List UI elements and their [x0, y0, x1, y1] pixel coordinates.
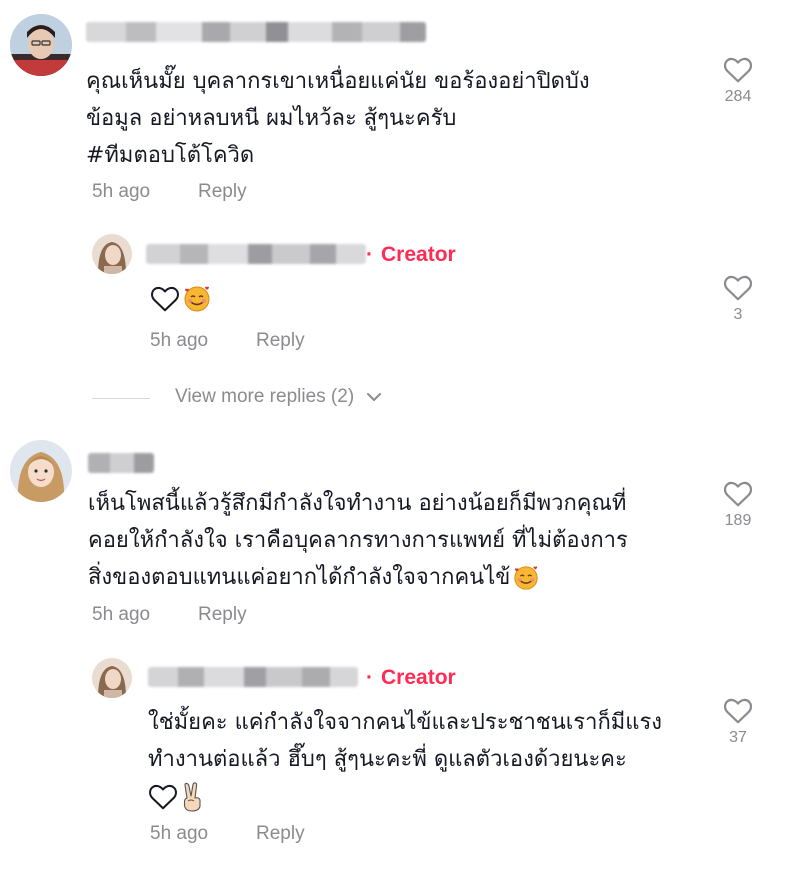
- commenter-avatar[interactable]: [10, 14, 72, 76]
- like-count: 284: [724, 88, 752, 105]
- creator-username-blurred[interactable]: [148, 667, 358, 687]
- comment-text: เห็นโพสนี้แล้วรู้สึกมีกำลังใจทำงาน อย่าง…: [88, 485, 628, 596]
- comment-line: ข้อมูล อย่าหลบหนี ผมไหว้ละ สู้ๆนะครับ: [86, 106, 457, 131]
- comment-text: คุณเห็นมั๊ย บุคลากรเขาเหนื่อยแค่นัย ขอร้…: [86, 63, 590, 174]
- reply-timestamp: 5h ago: [150, 823, 209, 844]
- comment-timestamp: 5h ago: [92, 181, 151, 202]
- like-button[interactable]: 189: [708, 480, 768, 530]
- creator-badge: · Creator: [366, 243, 456, 266]
- reply-timestamp: 5h ago: [150, 330, 209, 351]
- heart-outline-icon: [723, 698, 753, 724]
- comment-line-text: สิ่งของตอบแทนแค่อยากได้กำลังใจจากคนไข้: [88, 565, 511, 590]
- smiling-face-with-hearts-icon: [184, 286, 210, 312]
- white-heart-icon: [149, 784, 177, 809]
- creator-badge: · Creator: [366, 666, 456, 689]
- reply-text: ใช่มั้ยคะ แค่กำลังใจจากคนไข้และประชาชนเร…: [148, 704, 662, 815]
- commenter-username-blurred[interactable]: [88, 453, 154, 473]
- like-count: 37: [729, 729, 747, 746]
- reply-line: ใช่มั้ยคะ แค่กำลังใจจากคนไข้และประชาชนเร…: [148, 710, 663, 735]
- commenter-username-blurred[interactable]: [86, 22, 426, 42]
- heart-outline-icon: [723, 57, 753, 83]
- chevron-down-icon: [366, 386, 382, 408]
- like-count: 189: [724, 512, 752, 529]
- reply-button[interactable]: Reply: [198, 181, 247, 203]
- reply-line: ทำงานต่อแล้ว ฮึ๊บๆ สู้ๆนะคะพี่ ดูแลตัวเอ…: [148, 747, 627, 772]
- like-count: 3: [733, 306, 743, 323]
- reply-emoji-line: [148, 778, 662, 815]
- avatar-photo-icon: [92, 658, 132, 698]
- reply-emoji-text: [150, 284, 212, 314]
- comment-line: สิ่งของตอบแทนแค่อยากได้กำลังใจจากคนไข้: [88, 559, 628, 596]
- like-button[interactable]: 37: [708, 697, 768, 747]
- comment-hashtag[interactable]: #ทีมตอบโต้โควิด: [86, 137, 590, 174]
- smiling-face-with-hearts-icon: [514, 565, 539, 590]
- view-more-divider: [92, 398, 150, 399]
- white-heart-icon: [151, 286, 179, 312]
- comment-line: คุณเห็นมั๊ย บุคลากรเขาเหนื่อยแค่นัย ขอร้…: [86, 69, 590, 94]
- reply-button[interactable]: Reply: [256, 330, 305, 352]
- heart-outline-icon: [723, 275, 753, 301]
- creator-avatar[interactable]: [92, 658, 132, 698]
- creator-avatar[interactable]: [92, 234, 132, 274]
- view-more-replies-button[interactable]: View more replies (2): [175, 386, 382, 408]
- comment-line: เห็นโพสนี้แล้วรู้สึกมีกำลังใจทำงาน อย่าง…: [88, 491, 627, 516]
- comment-line: คอยให้กำลังใจ เราคือบุคลากรทางการแพทย์ ท…: [88, 528, 628, 553]
- creator-username-blurred[interactable]: [146, 244, 366, 264]
- avatar-photo-icon: [10, 440, 72, 502]
- like-button[interactable]: 3: [708, 274, 768, 324]
- heart-outline-icon: [723, 481, 753, 507]
- reply-button[interactable]: Reply: [198, 604, 247, 626]
- victory-hand-icon: [183, 781, 201, 812]
- like-button[interactable]: 284: [708, 56, 768, 106]
- avatar-photo-icon: [92, 234, 132, 274]
- comment-timestamp: 5h ago: [92, 604, 151, 625]
- reply-button[interactable]: Reply: [256, 823, 305, 845]
- commenter-avatar[interactable]: [10, 440, 72, 502]
- view-more-label: View more replies (2): [175, 386, 355, 407]
- avatar-photo-icon: [10, 14, 72, 76]
